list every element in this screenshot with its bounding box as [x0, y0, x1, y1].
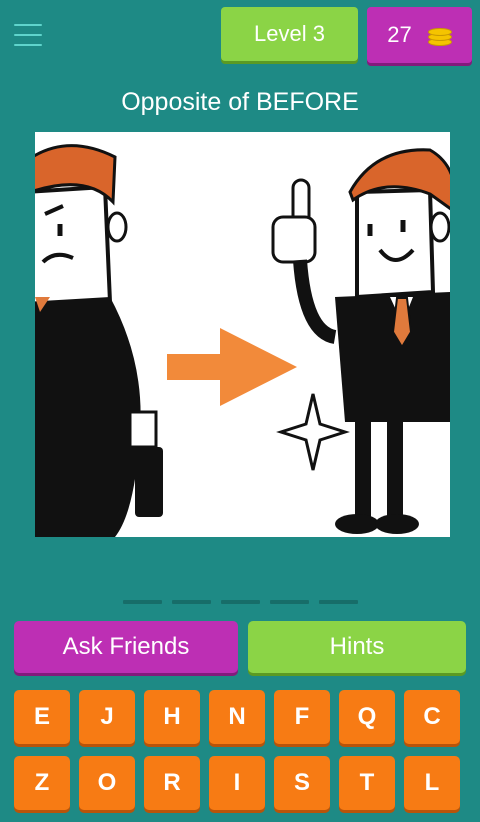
letter-key[interactable]: I	[209, 756, 265, 810]
ask-friends-button[interactable]: Ask Friends	[14, 621, 238, 673]
letter-key[interactable]: R	[144, 756, 200, 810]
letter-key[interactable]: C	[404, 690, 460, 744]
answer-slot[interactable]	[122, 600, 162, 604]
answer-slot[interactable]	[318, 600, 358, 604]
letter-key[interactable]: S	[274, 756, 330, 810]
menu-icon[interactable]	[14, 24, 42, 48]
happy-businessman-figure	[271, 148, 450, 534]
sparkle-icon	[276, 393, 350, 471]
hints-button[interactable]: Hints	[248, 621, 466, 673]
answer-slot[interactable]	[220, 600, 260, 604]
before-after-illustration	[35, 144, 450, 537]
arrow-icon	[167, 328, 297, 406]
keyboard-row-1: E J H N F Q C	[14, 690, 466, 744]
letter-key[interactable]: O	[79, 756, 135, 810]
letter-key[interactable]: E	[14, 690, 70, 744]
letter-key[interactable]: Q	[339, 690, 395, 744]
puzzle-image	[35, 132, 450, 537]
level-label: Level 3	[254, 21, 325, 46]
answer-slot[interactable]	[269, 600, 309, 604]
answer-slots	[0, 600, 480, 604]
level-badge: Level 3	[221, 7, 358, 61]
letter-key[interactable]: H	[144, 690, 200, 744]
letter-key[interactable]: L	[404, 756, 460, 810]
letter-key[interactable]: T	[339, 756, 395, 810]
question-text: Opposite of BEFORE	[121, 88, 359, 116]
letter-keyboard: E J H N F Q C Z O R I S T L	[14, 690, 466, 822]
letter-key[interactable]: N	[209, 690, 265, 744]
coin-stack-icon	[427, 24, 452, 46]
letter-key[interactable]: F	[274, 690, 330, 744]
sad-businessman-figure	[35, 144, 163, 537]
letter-key[interactable]: J	[79, 690, 135, 744]
coins-badge[interactable]: 27	[367, 7, 472, 63]
coin-count: 27	[387, 22, 412, 47]
keyboard-row-2: Z O R I S T L	[14, 756, 466, 810]
letter-key[interactable]: Z	[14, 756, 70, 810]
answer-slot[interactable]	[171, 600, 211, 604]
